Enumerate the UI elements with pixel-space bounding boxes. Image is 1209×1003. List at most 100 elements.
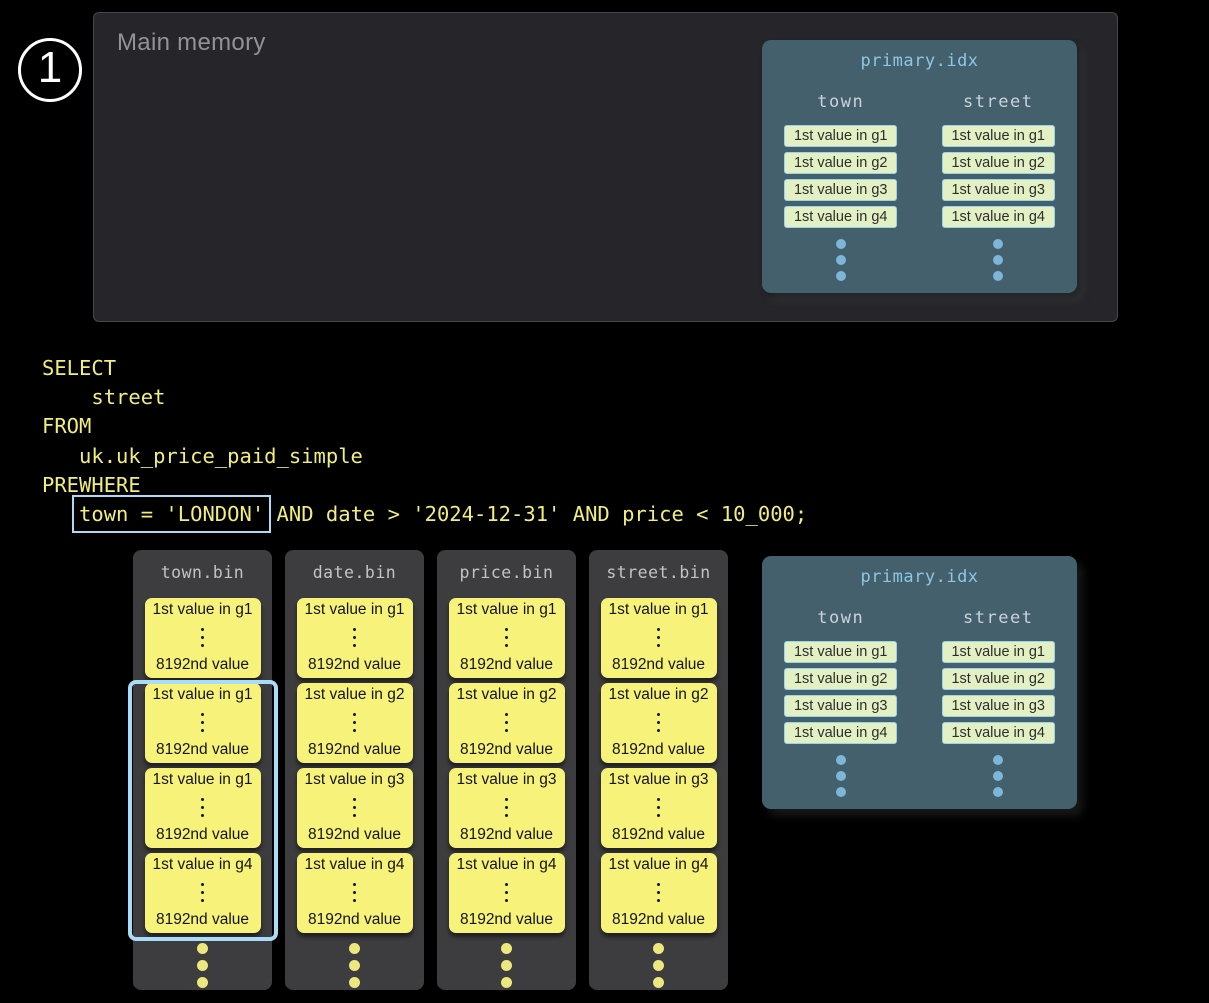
primary-idx-panel-memory: primary.idxtown1st value in g11st value … <box>762 40 1077 293</box>
granule-ellipsis <box>353 713 357 733</box>
bin-column-title: price.bin <box>437 563 576 582</box>
granule-stack: 1st value in g18192nd value1st value in … <box>437 598 576 933</box>
more-granules-dots <box>589 943 728 988</box>
dot <box>353 636 357 640</box>
index-entry: 1st value in g2 <box>942 152 1055 174</box>
granule-last-value: 8192nd value <box>612 911 705 929</box>
granule-ellipsis <box>657 883 661 903</box>
granule-ellipsis <box>505 883 509 903</box>
granule-last-value: 8192nd value <box>308 656 401 674</box>
granule-ellipsis <box>353 883 357 903</box>
granule-stack: 1st value in g1 8192nd value 1st value in … <box>285 598 424 933</box>
dot <box>197 960 208 971</box>
granule-block-selected: 1st value in g18192nd value <box>145 768 261 848</box>
dot <box>505 806 509 810</box>
index-entry: 1st value in g1 <box>942 125 1055 147</box>
index-entry: 1st value in g4 <box>784 722 897 744</box>
dot <box>353 891 357 895</box>
granule-first-value: 1st value in g2 <box>457 686 557 704</box>
granule-last-value: 8192nd value <box>156 911 249 929</box>
granule-ellipsis <box>353 628 357 648</box>
granule-first-value: 1st value in g1 <box>609 601 709 619</box>
dot <box>505 713 509 717</box>
dot <box>353 883 357 887</box>
granule-first-value: 1st value in g4 <box>457 856 557 874</box>
dot <box>353 899 357 903</box>
dot <box>353 644 357 648</box>
dot <box>836 271 846 281</box>
granule-first-value: 1st value in g1 <box>305 601 405 619</box>
index-entry: 1st value in g3 <box>942 695 1055 717</box>
granule-ellipsis <box>201 883 205 903</box>
dot <box>653 977 664 988</box>
granule-ellipsis <box>353 798 357 818</box>
dot <box>201 636 205 640</box>
dot <box>657 883 661 887</box>
granule-first-value: 1st value in g3 <box>609 771 709 789</box>
dot <box>353 713 357 717</box>
index-column-town: town1st value in g11st value in g21st va… <box>762 608 920 797</box>
primary-idx-panel-disk: primary.idx town1st value in g11st value … <box>762 556 1077 809</box>
dot <box>201 721 205 725</box>
granule-ellipsis <box>657 713 661 733</box>
granule-last-value: 8192nd value <box>460 911 553 929</box>
granule-ellipsis <box>505 798 509 818</box>
dot <box>993 787 1003 797</box>
granule-first-value: 1st value in g4 <box>153 856 253 874</box>
dot <box>201 891 205 895</box>
dot <box>505 883 509 887</box>
dot <box>657 721 661 725</box>
ellipsis-dots <box>993 239 1003 281</box>
dot <box>201 713 205 717</box>
granule-first-value: 1st value in g4 <box>305 856 405 874</box>
index-entry: 1st value in g1 <box>784 125 897 147</box>
dot <box>836 239 846 249</box>
bin-column-price-bin: price.bin 1st value in g18192nd value1st … <box>437 550 576 990</box>
dot <box>836 755 846 765</box>
dot <box>993 771 1003 781</box>
index-entries: 1st value in g11st value in g21st value … <box>942 641 1055 744</box>
bin-column-title: town.bin <box>133 563 272 582</box>
granule-first-value: 1st value in g3 <box>305 771 405 789</box>
dot <box>353 814 357 818</box>
granule-last-value: 8192nd value <box>460 826 553 844</box>
index-entry: 1st value in g2 <box>784 668 897 690</box>
sql-highlighted-predicate: town = 'LONDON' <box>79 502 264 526</box>
primary-idx-title: primary.idx <box>762 567 1077 587</box>
sql-line: uk.uk_price_paid_simple <box>42 442 807 471</box>
granule-last-value: 8192nd value <box>156 826 249 844</box>
dot <box>201 814 205 818</box>
dot <box>349 960 360 971</box>
dot <box>836 771 846 781</box>
bin-column-street-bin: street.bin1st value in g18192nd value1st… <box>589 550 728 990</box>
index-entry: 1st value in g3 <box>784 695 897 717</box>
granule-last-value: 8192nd value <box>308 741 401 759</box>
index-entries: 1st value in g11st value in g21st value … <box>784 641 897 744</box>
ellipsis-dots <box>836 755 846 797</box>
granule-last-value: 8192nd value <box>308 826 401 844</box>
dot <box>657 814 661 818</box>
dot <box>993 239 1003 249</box>
dot <box>353 628 357 632</box>
granule-block-selected: 1st value in g18192nd value <box>145 683 261 763</box>
bin-column-date-bin: date.bin1st value in g18192nd value1st v… <box>285 550 424 990</box>
main-memory-title: Main memory <box>117 29 266 57</box>
granule-last-value: 8192nd value <box>612 656 705 674</box>
dot <box>201 883 205 887</box>
index-entries: 1st value in g11st value in g21st value … <box>784 125 897 228</box>
dot <box>505 636 509 640</box>
step-number-badge: 1 <box>18 38 82 102</box>
sql-prewhere-condition-line: town = 'LONDON' AND date > '2024-12-31' … <box>42 500 807 529</box>
dot <box>993 255 1003 265</box>
granule-last-value: 8192nd value <box>156 656 249 674</box>
index-columns: town1st value in g11st value in g21st va… <box>762 608 1077 797</box>
granule-first-value: 1st value in g2 <box>305 686 405 704</box>
index-column-header: town <box>817 92 864 112</box>
dot <box>505 729 509 733</box>
dot <box>505 814 509 818</box>
sql-indent <box>42 502 79 526</box>
index-column-street: street1st value in g11st value in g21st … <box>920 92 1078 281</box>
granule-block: 1st value in g48192nd value <box>601 853 717 933</box>
granule-last-value: 8192nd value <box>460 741 553 759</box>
granule-ellipsis <box>505 628 509 648</box>
